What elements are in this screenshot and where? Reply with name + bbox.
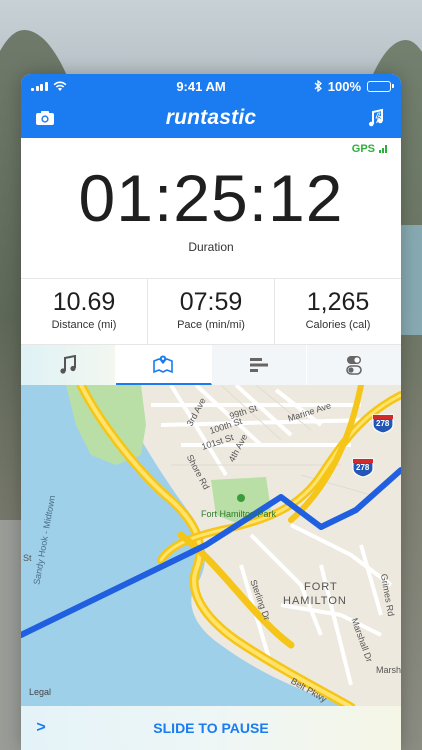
map-label-hamilton: HAMILTON <box>283 595 347 607</box>
map-label-st: St <box>23 553 32 563</box>
stat-value: 07:59 <box>179 288 243 316</box>
interstate-278-label: 278 <box>376 419 390 428</box>
phone-screen: 9:41 AM 100% runtastic GPS 01:25:12 Dura… <box>21 74 401 750</box>
duration-value: 01:25:12 <box>78 161 344 235</box>
slide-to-pause-label: SLIDE TO PAUSE <box>153 720 269 736</box>
tab-settings[interactable] <box>307 345 401 385</box>
battery-percent: 100% <box>327 78 361 94</box>
bar-chart-icon <box>249 358 268 372</box>
tab-map[interactable] <box>116 345 212 385</box>
status-time: 9:41 AM <box>176 78 226 94</box>
tab-music[interactable] <box>21 345 117 385</box>
cell-signal-icon <box>31 81 48 91</box>
stat-label: Distance (mi) <box>51 319 117 331</box>
stat-distance: 10.69 Distance (mi) <box>21 279 148 344</box>
stat-value: 10.69 <box>52 288 116 316</box>
music-note-icon <box>60 355 77 374</box>
battery-icon <box>367 80 394 92</box>
stat-value: 1,265 <box>306 288 370 316</box>
interstate-278-label: 278 <box>356 463 370 472</box>
app-logo: runtastic <box>165 106 257 129</box>
bluetooth-icon <box>314 80 322 92</box>
camera-icon[interactable] <box>35 110 55 126</box>
map-label-fort: FORT <box>304 581 338 593</box>
slide-to-pause[interactable]: > SLIDE TO PAUSE <box>21 706 401 750</box>
chevron-right-icon[interactable]: > <box>21 719 61 737</box>
duration-block: 01:25:12 Duration <box>21 160 401 278</box>
stat-calories: 1,265 Calories (cal) <box>275 279 401 344</box>
toggle-settings-icon <box>346 356 362 375</box>
view-tabs <box>21 345 401 385</box>
tab-stats[interactable] <box>212 345 307 385</box>
route-map[interactable]: 3rd Ave 99th St 100th St 101st St 4th Av… <box>21 385 401 707</box>
status-bar: 9:41 AM 100% <box>21 74 401 98</box>
duration-label: Duration <box>188 240 234 254</box>
map-label-marsh: Marsh <box>376 665 401 675</box>
wifi-icon <box>53 81 66 91</box>
music-power-song-icon[interactable] <box>367 108 387 128</box>
map-icon <box>153 355 174 374</box>
map-label-park: Fort Hamilton Park <box>201 509 277 519</box>
map-legal-link[interactable]: Legal <box>29 687 51 697</box>
stat-label: Pace (min/mi) <box>177 319 245 331</box>
stat-pace: 07:59 Pace (min/mi) <box>148 279 275 344</box>
gps-signal-icon <box>379 145 387 153</box>
gps-label: GPS <box>351 143 375 155</box>
stats-row: 10.69 Distance (mi) 07:59 Pace (min/mi) … <box>21 278 401 345</box>
gps-indicator: GPS <box>21 138 401 160</box>
app-header: runtastic <box>21 98 401 138</box>
stat-label: Calories (cal) <box>305 319 371 331</box>
